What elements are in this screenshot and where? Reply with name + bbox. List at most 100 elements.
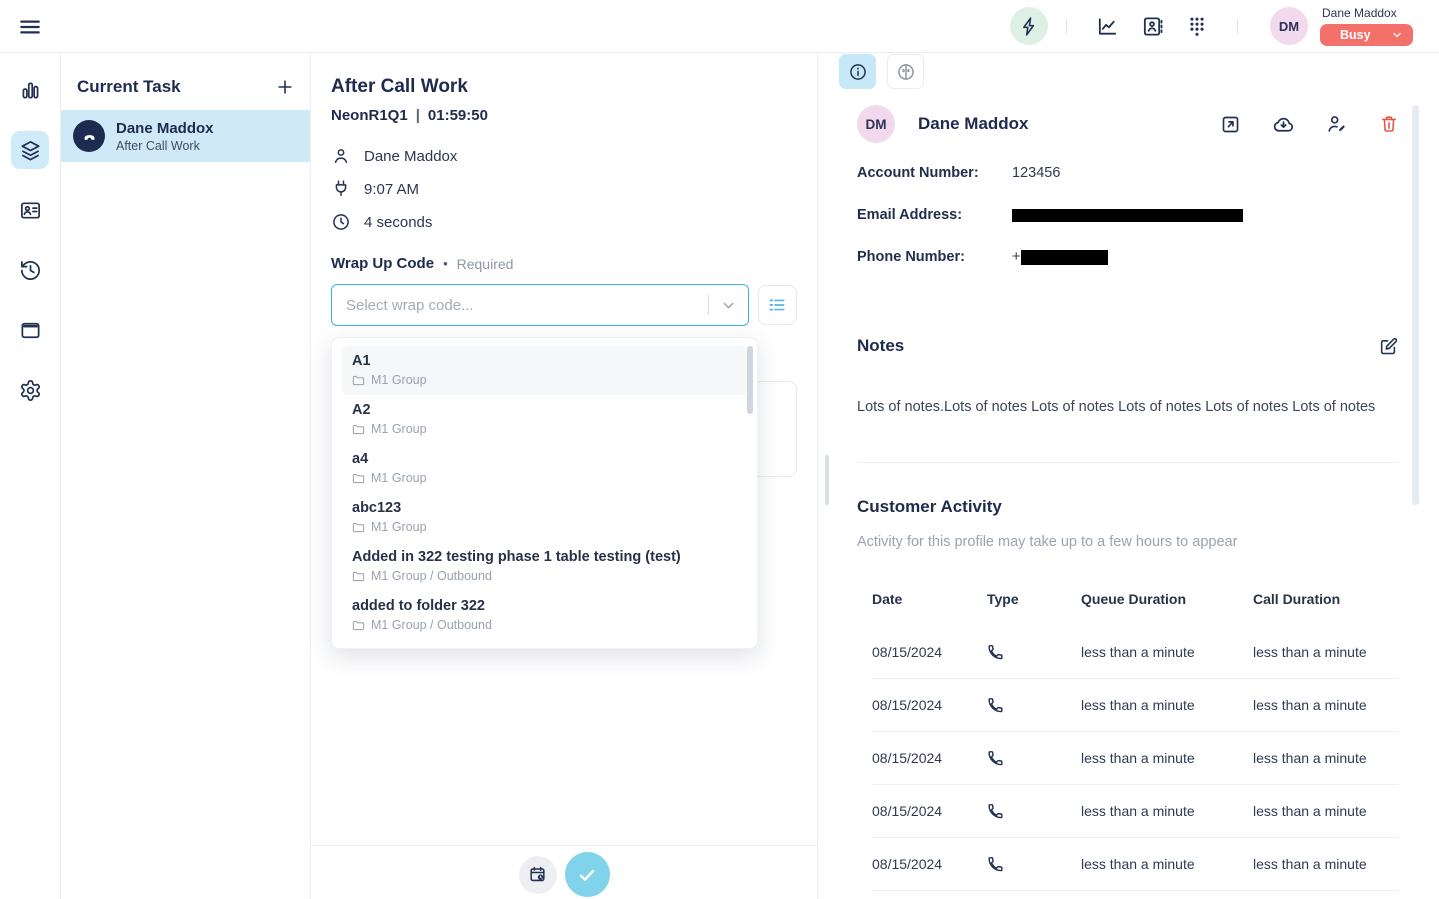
profile-header: DM Dane Maddox <box>857 104 1399 144</box>
option-code: a4 <box>352 451 737 467</box>
pencil-square-icon <box>1378 336 1399 357</box>
activity-row[interactable]: 08/15/2024 less than a minute less than … <box>872 679 1399 732</box>
contacts-button[interactable] <box>1141 15 1164 38</box>
call-type-icon <box>987 697 1081 714</box>
task-detail-panel: After Call Work NeonR1Q1 | 01:59:50 Dane… <box>311 53 817 899</box>
topbar-divider <box>1237 19 1238 34</box>
option-code: Added in 322 testing phase 1 table testi… <box>352 549 737 565</box>
tab-ai-brain[interactable] <box>887 54 924 89</box>
detail-connect-time-text: 9:07 AM <box>364 181 419 198</box>
activity-date: 08/15/2024 <box>872 644 987 660</box>
calendar-clock-icon <box>528 865 547 884</box>
task-texts: Dane Maddox After Call Work <box>116 120 214 153</box>
field-label: Email Address: <box>857 207 1012 223</box>
wrap-code-option[interactable]: A2 M1 Group <box>342 395 747 444</box>
activity-row[interactable]: 08/15/2024 less than a minute less than … <box>872 838 1399 891</box>
campaign-name: NeonR1Q1 <box>331 107 408 124</box>
open-profile-button[interactable] <box>1220 114 1241 135</box>
customer-activity-title: Customer Activity <box>857 497 1002 517</box>
history-icon <box>19 259 42 282</box>
user-avatar[interactable]: DM <box>1270 7 1308 45</box>
activity-queue-duration: less than a minute <box>1081 750 1253 766</box>
browse-wrap-codes-button[interactable] <box>758 285 797 325</box>
quick-actions-button[interactable] <box>1010 7 1048 45</box>
wrap-code-option[interactable]: a4 M1 Group <box>342 444 747 493</box>
task-contact-name: Dane Maddox <box>116 120 214 138</box>
sidebar-item-settings[interactable] <box>11 371 49 409</box>
field-account-number: Account Number: 123456 <box>857 165 1399 181</box>
wrap-code-option[interactable]: added to folder 322 M1 Group / Outbound <box>342 591 747 640</box>
wrap-code-select[interactable] <box>331 284 749 326</box>
task-list-item[interactable]: Dane Maddox After Call Work <box>61 110 310 162</box>
column-header-date: Date <box>872 591 987 607</box>
add-task-button[interactable] <box>275 77 295 97</box>
wrap-code-option[interactable]: Added in 322 testing phase 1 table testi… <box>342 542 747 591</box>
tab-info[interactable] <box>839 54 876 89</box>
profile-actions <box>1220 113 1399 136</box>
required-bullet: • <box>443 256 448 271</box>
phone-handset-icon <box>81 128 98 145</box>
right-panel-scrollbar[interactable] <box>1412 105 1419 505</box>
left-nav-rail <box>0 53 61 899</box>
column-header-call-duration: Call Duration <box>1253 591 1399 607</box>
check-icon <box>576 864 598 886</box>
edit-notes-button[interactable] <box>1378 336 1399 357</box>
field-value: + <box>1012 249 1108 265</box>
option-group-row: M1 Group <box>352 520 737 534</box>
option-group: M1 Group <box>371 373 427 387</box>
activity-queue-duration: less than a minute <box>1081 856 1253 872</box>
profile-avatar: DM <box>857 105 895 143</box>
phone-prefix: + <box>1012 249 1020 265</box>
edit-contact-button[interactable] <box>1326 113 1348 135</box>
option-group-row: M1 Group / Outbound <box>352 569 737 583</box>
subtitle-separator: | <box>416 107 420 124</box>
wrap-code-input[interactable] <box>332 285 708 325</box>
external-link-icon <box>1220 114 1241 135</box>
activity-queue-duration: less than a minute <box>1081 803 1253 819</box>
contacts-book-icon <box>1141 15 1164 38</box>
activity-row[interactable]: 08/15/2024 less than a minute less than … <box>872 626 1399 679</box>
reporting-button[interactable] <box>1096 15 1119 38</box>
task-subtitle: NeonR1Q1 | 01:59:50 <box>331 107 797 124</box>
schedule-callback-button[interactable] <box>519 856 557 894</box>
complete-task-button[interactable] <box>565 852 610 897</box>
panel-resize-handle[interactable] <box>825 455 829 505</box>
hamburger-menu-icon[interactable] <box>17 14 43 40</box>
dialpad-button[interactable] <box>1186 15 1208 37</box>
sidebar-item-browser[interactable] <box>11 311 49 349</box>
column-header-type: Type <box>987 591 1081 607</box>
download-profile-button[interactable] <box>1272 113 1295 136</box>
dialpad-icon <box>1186 15 1208 37</box>
topbar-actions: DM Dane Maddox Busy <box>1010 0 1413 52</box>
status-dropdown-button[interactable]: Busy <box>1320 24 1413 46</box>
app-window: DM Dane Maddox Busy <box>0 0 1439 899</box>
user-edit-icon <box>1326 113 1348 135</box>
redaction-bar <box>1012 209 1243 222</box>
sidebar-item-contacts[interactable] <box>11 191 49 229</box>
dropdown-scrollbar[interactable] <box>747 346 753 414</box>
sidebar-item-tasks[interactable] <box>11 131 49 169</box>
detail-connect-time: 9:07 AM <box>331 179 797 199</box>
line-chart-icon <box>1096 15 1119 38</box>
sidebar-item-history[interactable] <box>11 251 49 289</box>
layers-icon <box>19 139 42 162</box>
profile-name: Dane Maddox <box>918 114 1029 134</box>
sidebar-item-analytics[interactable] <box>11 71 49 109</box>
activity-call-duration: less than a minute <box>1253 697 1399 713</box>
field-label: Account Number: <box>857 165 1012 181</box>
task-timer: 01:59:50 <box>428 107 488 124</box>
browser-window-icon <box>19 319 42 342</box>
folder-icon <box>352 374 365 387</box>
option-group: M1 Group <box>371 471 427 485</box>
section-divider <box>857 462 1399 463</box>
activity-row[interactable]: 08/15/2024 less than a minute less than … <box>872 732 1399 785</box>
wrap-code-option[interactable]: A1 M1 Group <box>342 346 747 395</box>
chevron-down-icon[interactable] <box>709 297 748 314</box>
detail-contact: Dane Maddox <box>331 146 797 166</box>
wrap-code-option[interactable]: abc123 M1 Group <box>342 493 747 542</box>
activity-row[interactable]: 08/15/2024 less than a minute less than … <box>872 785 1399 838</box>
info-icon <box>848 62 868 82</box>
delete-contact-button[interactable] <box>1379 114 1399 134</box>
notes-header: Notes <box>857 336 1399 357</box>
folder-icon <box>352 570 365 583</box>
